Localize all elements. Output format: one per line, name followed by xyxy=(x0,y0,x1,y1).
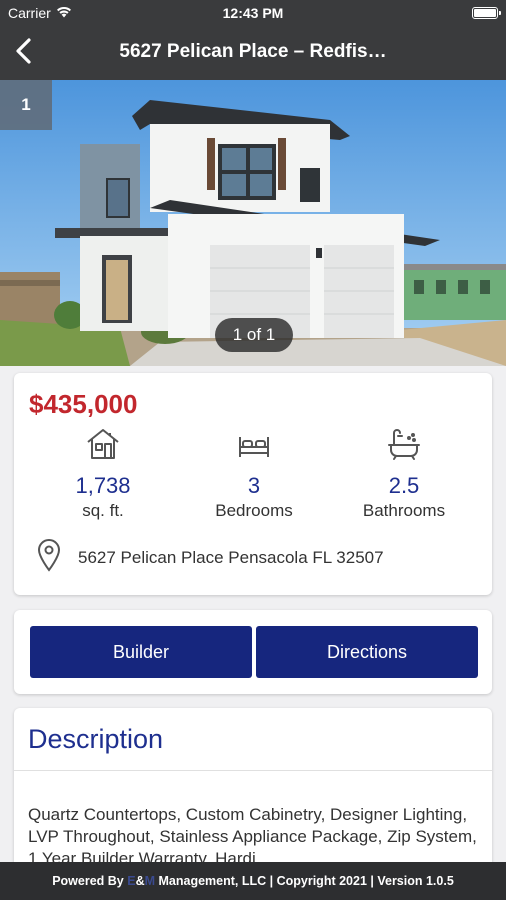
photo-counter: 1 of 1 xyxy=(215,318,293,352)
action-buttons-card: Builder Directions xyxy=(14,610,492,694)
back-button[interactable] xyxy=(6,36,40,70)
status-bar: Carrier 12:43 PM xyxy=(0,0,506,26)
description-text: Quartz Countertops, Custom Cabinetry, De… xyxy=(28,805,477,868)
navigation-bar: 5627 Pelican Place – Redfis… xyxy=(0,26,506,80)
bedrooms-label: Bedrooms xyxy=(215,501,293,520)
page-title: 5627 Pelican Place – Redfis… xyxy=(119,41,387,62)
bathrooms-label: Bathrooms xyxy=(362,501,446,520)
stat-sqft: 1,738 sq. ft. xyxy=(33,425,173,521)
description-title: Description xyxy=(28,724,164,754)
bathrooms-value: 2.5 xyxy=(388,473,420,498)
sqft-label: sq. ft. xyxy=(82,501,124,520)
bed-icon xyxy=(184,425,324,461)
footer-brand-amp: & xyxy=(135,874,145,888)
stat-bathrooms: 2.5 Bathrooms xyxy=(334,425,474,521)
listing-stats: 1,738 sq. ft. 3 Bedrooms 2.5 Bathrooms xyxy=(14,425,492,521)
stat-bedrooms: 3 Bedrooms xyxy=(184,425,324,521)
footer-brand-m: M xyxy=(144,874,156,888)
builder-button[interactable]: Builder xyxy=(30,626,252,678)
footer-brand-e: E xyxy=(127,874,136,888)
listing-info-card: $435,000 1,738 sq. ft. 3 Bedrooms 2.5 Ba… xyxy=(14,373,492,595)
sqft-value: 1,738 xyxy=(75,473,131,498)
footer-suffix: Management, LLC | Copyright 2021 | Versi… xyxy=(155,874,454,888)
listing-price: $435,000 xyxy=(29,389,138,419)
bedrooms-value: 3 xyxy=(247,473,261,498)
directions-button[interactable]: Directions xyxy=(256,626,478,678)
divider xyxy=(14,770,492,771)
footer: Powered By E & M Management, LLC | Copyr… xyxy=(0,862,506,900)
back-chevron-icon xyxy=(14,37,32,69)
battery-icon xyxy=(472,7,501,19)
bathtub-icon xyxy=(334,425,474,461)
status-time: 12:43 PM xyxy=(222,5,284,21)
address-text: 5627 Pelican Place Pensacola FL 32507 xyxy=(78,547,384,567)
photo-index-badge: 1 xyxy=(0,80,52,130)
address-row[interactable]: 5627 Pelican Place Pensacola FL 32507 xyxy=(36,538,384,577)
footer-prefix: Powered By xyxy=(52,874,128,888)
map-pin-icon xyxy=(36,538,62,577)
house-icon xyxy=(33,425,173,461)
